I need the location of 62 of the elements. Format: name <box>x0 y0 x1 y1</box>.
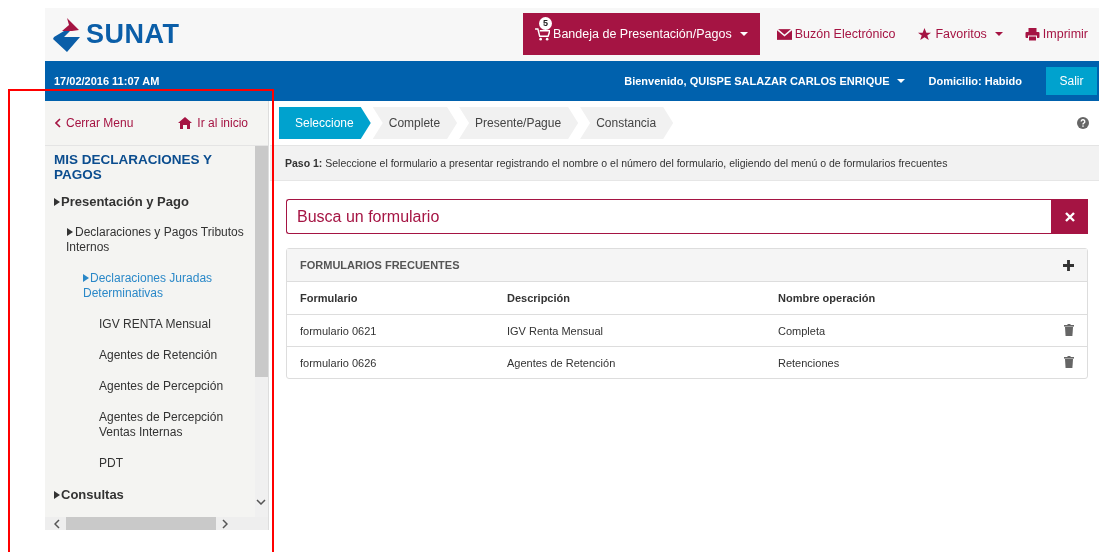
column-header: Formulario <box>287 282 494 315</box>
clear-button[interactable] <box>1051 199 1088 234</box>
printer-icon <box>1024 27 1040 41</box>
menu-item[interactable]: Declaraciones Juradas Determinativas <box>54 271 249 301</box>
table-cell: formulario 0626 <box>287 346 494 378</box>
star-icon <box>917 27 933 41</box>
menu-title: MIS DECLARACIONES Y PAGOS <box>54 152 213 182</box>
table-cell: Completa <box>765 314 1041 347</box>
tray-button[interactable]: 5 Bandeja de Presentación/Pagos <box>523 13 760 55</box>
vertical-scrollbar[interactable] <box>255 146 268 517</box>
delete-button[interactable] <box>1064 355 1074 368</box>
home-icon <box>178 117 193 129</box>
caret-icon <box>739 32 748 36</box>
column-header: Nombre operación <box>765 282 1041 315</box>
chevron-right-icon <box>222 518 228 529</box>
instruction-text: Paso 1: Seleccione el formulario a presentar registrando el nombre o el número del formulario, eligiendo del menú o de formularios frecuentes <box>270 146 1099 181</box>
menu-item[interactable]: IGV RENTA Mensual <box>54 317 249 332</box>
step-tab[interactable]: Presente/Pague <box>459 107 579 139</box>
menu-item[interactable]: Declaraciones y Pagos Tributos Internos <box>54 225 249 255</box>
triangle-icon <box>54 198 60 206</box>
home-link[interactable]: Ir al inicio <box>178 116 248 130</box>
cart-icon <box>535 27 551 41</box>
step-tab[interactable]: Complete <box>372 107 458 139</box>
caret-icon <box>994 32 1003 36</box>
menu-item[interactable]: Agentes de Percepción <box>54 379 249 394</box>
menu-item[interactable]: Agentes de Retención <box>54 348 249 363</box>
delete-button[interactable] <box>1064 323 1074 336</box>
nav-link[interactable]: Imprimir <box>1013 13 1099 55</box>
menu-item[interactable]: Agentes de Percepción Ventas Internas <box>54 410 249 440</box>
table-cell: IGV Renta Mensual <box>494 314 765 347</box>
help-icon <box>1077 117 1089 129</box>
table-cell: Agentes de Retención <box>494 346 765 378</box>
envelope-icon <box>776 27 792 41</box>
plus-icon <box>1063 259 1074 271</box>
triangle-icon <box>83 274 89 282</box>
nav-link[interactable]: Favoritos <box>906 13 1014 55</box>
chevron-left-icon <box>55 118 61 128</box>
trash-icon <box>1064 323 1074 336</box>
step-tab[interactable]: Constancia <box>580 107 674 139</box>
menu-item[interactable]: PDT <box>54 456 249 471</box>
chevron-left-icon <box>54 518 60 529</box>
close-icon <box>1064 211 1075 222</box>
logo-text: SUNAT <box>86 19 180 50</box>
address-status: Domicilio: Habido <box>928 75 1022 87</box>
menu-item[interactable]: Presentación y Pago <box>54 194 249 209</box>
table-cell: formulario 0621 <box>287 314 494 347</box>
user-menu[interactable]: Bienvenido, QUISPE SALAZAR CARLOS ENRIQUE <box>624 75 905 87</box>
column-header: Descripción <box>494 282 765 315</box>
horizontal-scrollbar[interactable] <box>45 517 268 530</box>
date-time: 17/02/2016 11:07 AM <box>54 75 160 87</box>
close-menu-link[interactable]: Cerrar Menu <box>55 116 134 130</box>
nav-link[interactable]: Buzón Electrónico <box>765 13 907 55</box>
menu-item[interactable]: Consultas <box>54 487 249 502</box>
trash-icon <box>1064 355 1074 368</box>
table-cell: Retenciones <box>765 346 1041 378</box>
caret-icon <box>896 79 905 83</box>
chevron-down-icon <box>256 499 266 505</box>
panel-title: FORMULARIOS FRECUENTES <box>300 259 460 271</box>
search-field[interactable]: Busca un formulario <box>286 199 1051 234</box>
triangle-icon <box>66 228 74 236</box>
count-badge: 5 <box>539 16 553 30</box>
triangle-icon <box>54 491 60 499</box>
